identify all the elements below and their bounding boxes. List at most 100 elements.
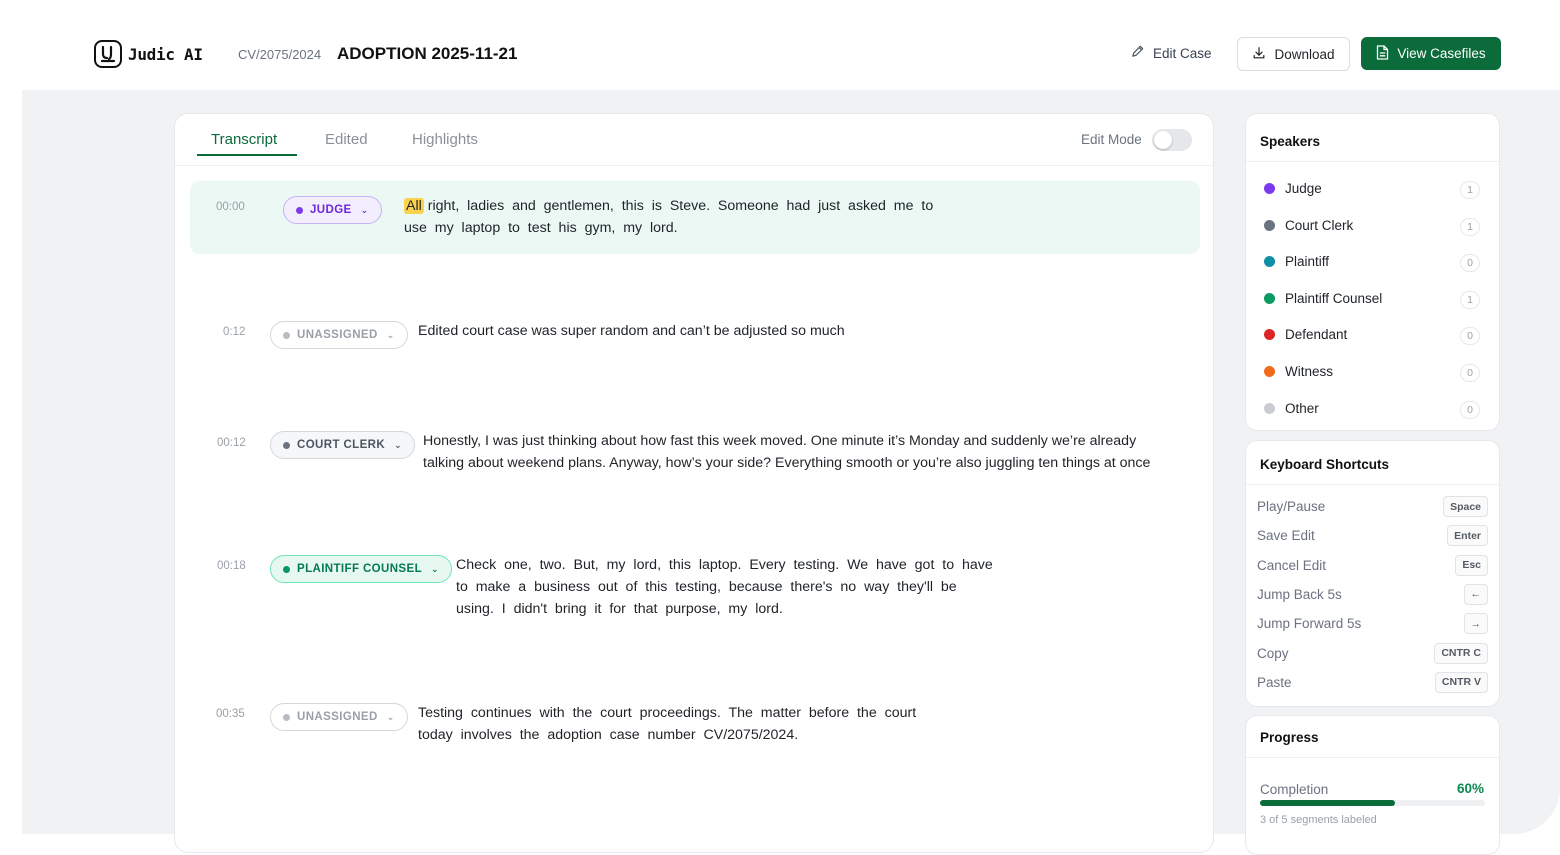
segment-timestamp[interactable]: 0:12 (223, 326, 245, 338)
shortcut-label: Copy (1257, 645, 1289, 661)
divider (1246, 484, 1499, 485)
app-name: Judic AI (128, 44, 203, 64)
tab-highlights[interactable]: Highlights (412, 131, 478, 148)
speaker-badge-judge[interactable]: JUDGE ⌄ (283, 196, 382, 224)
shortcut-label: Cancel Edit (1257, 557, 1327, 573)
speaker-item-defendant[interactable]: Defendant (1264, 327, 1347, 342)
speaker-item-other[interactable]: Other (1264, 401, 1319, 416)
speaker-name: Judge (1285, 181, 1322, 196)
chevron-down-icon: ⌄ (386, 711, 395, 722)
speaker-name: Plaintiff Counsel (1285, 290, 1383, 306)
shortcut-label: Play/Pause (1257, 499, 1326, 514)
speaker-dot (283, 713, 290, 721)
segment-line: Honestly, I was just thinking about how … (423, 433, 1137, 449)
transcript-card: Transcript Edited Highlights Edit Mode 0… (174, 113, 1214, 853)
speaker-count-badge: 0 (1460, 400, 1480, 419)
speaker-item-court-clerk[interactable]: Court Clerk (1264, 218, 1353, 233)
download-icon (1252, 46, 1266, 63)
speaker-dot (283, 441, 290, 449)
speaker-item-plaintiff[interactable]: Plaintiff (1264, 254, 1329, 269)
segment-timestamp[interactable]: 00:35 (216, 708, 245, 720)
pencil-icon (1130, 44, 1145, 62)
shortcut-key: Esc (1455, 554, 1488, 576)
segment-timestamp[interactable]: 00:18 (217, 560, 246, 572)
active-tab-indicator (197, 154, 297, 156)
shortcut-label: Paste (1257, 674, 1292, 690)
shortcuts-title: Keyboard Shortcuts (1260, 457, 1390, 472)
shortcut-label: Jump Forward 5s (1257, 616, 1362, 632)
case-title: ADOPTION 2025-11-21 (337, 44, 518, 63)
segment-text[interactable]: Check one, two. But, my lord, this lapto… (456, 554, 993, 620)
toggle-knob (1154, 131, 1172, 149)
edit-mode-toggle[interactable] (1152, 129, 1192, 151)
segment-text[interactable]: All right, ladies and gentlemen, this is… (404, 195, 933, 239)
view-casefiles-label: View Casefiles (1397, 46, 1486, 61)
speaker-color-dot (1264, 256, 1275, 268)
progress-title: Progress (1260, 730, 1319, 745)
download-button[interactable]: Download (1237, 37, 1350, 71)
segment-line: Edited court case was super random and c… (418, 323, 845, 339)
shortcut-key: Enter (1447, 525, 1488, 547)
speaker-name: Court Clerk (1285, 217, 1354, 233)
progress-panel: Progress Completion 60% 3 of 5 segments … (1245, 715, 1500, 855)
speaker-item-witness[interactable]: Witness (1264, 364, 1333, 379)
document-icon (1376, 44, 1389, 63)
speaker-badge-label: COURT CLERK (297, 439, 386, 451)
tab-bar: Transcript Edited Highlights Edit Mode (175, 114, 1213, 166)
progress-bar-fill (1260, 800, 1395, 806)
chevron-down-icon: ⌄ (360, 204, 369, 215)
speaker-name: Defendant (1285, 327, 1348, 343)
speaker-color-dot (1264, 329, 1275, 341)
speaker-count-badge: 0 (1460, 364, 1480, 382)
segment-line: Testing continues with the court proceed… (418, 705, 917, 721)
segment-timestamp[interactable]: 00:12 (217, 437, 246, 449)
speaker-name: Plaintiff (1285, 254, 1330, 270)
chevron-down-icon: ⌄ (386, 329, 395, 340)
keyboard-shortcuts-panel: Keyboard Shortcuts Play/Pause Space Save E… (1245, 440, 1500, 707)
speaker-name: Other (1285, 400, 1319, 416)
tab-edited[interactable]: Edited (325, 131, 368, 148)
speaker-badge-label: JUDGE (310, 204, 352, 216)
chevron-down-icon: ⌄ (394, 439, 403, 450)
speaker-item-plaintiff-counsel[interactable]: Plaintiff Counsel (1264, 291, 1382, 306)
app-logo[interactable]: Judic AI (94, 40, 203, 68)
shortcut-key: CNTR C (1434, 642, 1488, 664)
speaker-count-badge: 1 (1460, 181, 1480, 199)
speaker-badge-label: PLAINTIFF COUNSEL (297, 563, 422, 575)
shortcut-key: → (1463, 613, 1488, 635)
speaker-color-dot (1264, 292, 1275, 304)
speaker-badge-unassigned[interactable]: UNASSIGNED ⌄ (270, 703, 408, 731)
speaker-badge-label: UNASSIGNED (297, 329, 378, 341)
speaker-item-judge[interactable]: Judge (1264, 181, 1322, 196)
speaker-badge-plaintiff-counsel[interactable]: PLAINTIFF COUNSEL ⌄ (270, 555, 452, 583)
edit-case-label: Edit Case (1153, 45, 1212, 61)
speaker-color-dot (1264, 402, 1275, 414)
divider (1246, 161, 1499, 162)
shortcut-key: ← (1463, 583, 1488, 605)
segment-line: talking about weekend plans. Anyway, how… (423, 455, 1151, 471)
tab-transcript[interactable]: Transcript (211, 131, 277, 148)
view-casefiles-button[interactable]: View Casefiles (1361, 37, 1501, 70)
case-id: CV/2075/2024 (238, 47, 322, 62)
progress-bar (1260, 800, 1485, 806)
segment-text[interactable]: Edited court case was super random and c… (418, 320, 845, 342)
segment-text[interactable]: Honestly, I was just thinking about how … (423, 430, 1150, 474)
segment-line: using. I didn't bring it for that purpos… (456, 601, 783, 617)
speaker-count-badge: 1 (1460, 290, 1480, 309)
chevron-down-icon: ⌄ (431, 563, 439, 574)
speaker-name: Witness (1285, 364, 1334, 379)
edit-case-button[interactable]: Edit Case (1130, 44, 1212, 62)
judic-logo-icon (94, 40, 122, 68)
segment-line: use my laptop to test his gym, my lord. (404, 220, 678, 236)
speakers-panel: Speakers Judge 1 Court Clerk 1 Plaintiff 0 Pla… (1245, 113, 1500, 431)
completion-percent: 60% (1456, 781, 1484, 796)
segment-text[interactable]: Testing continues with the court proceed… (418, 702, 916, 746)
speaker-color-dot (1264, 219, 1275, 231)
speaker-count-badge: 1 (1460, 217, 1480, 236)
speaker-badge-unassigned[interactable]: UNASSIGNED ⌄ (270, 321, 408, 349)
speaker-badge-label: UNASSIGNED (297, 711, 378, 723)
speaker-badge-court-clerk[interactable]: COURT CLERK ⌄ (270, 431, 416, 459)
segment-timestamp[interactable]: 00:00 (216, 201, 245, 213)
progress-subtext: 3 of 5 segments labeled (1260, 814, 1377, 826)
speaker-color-dot (1264, 366, 1275, 377)
